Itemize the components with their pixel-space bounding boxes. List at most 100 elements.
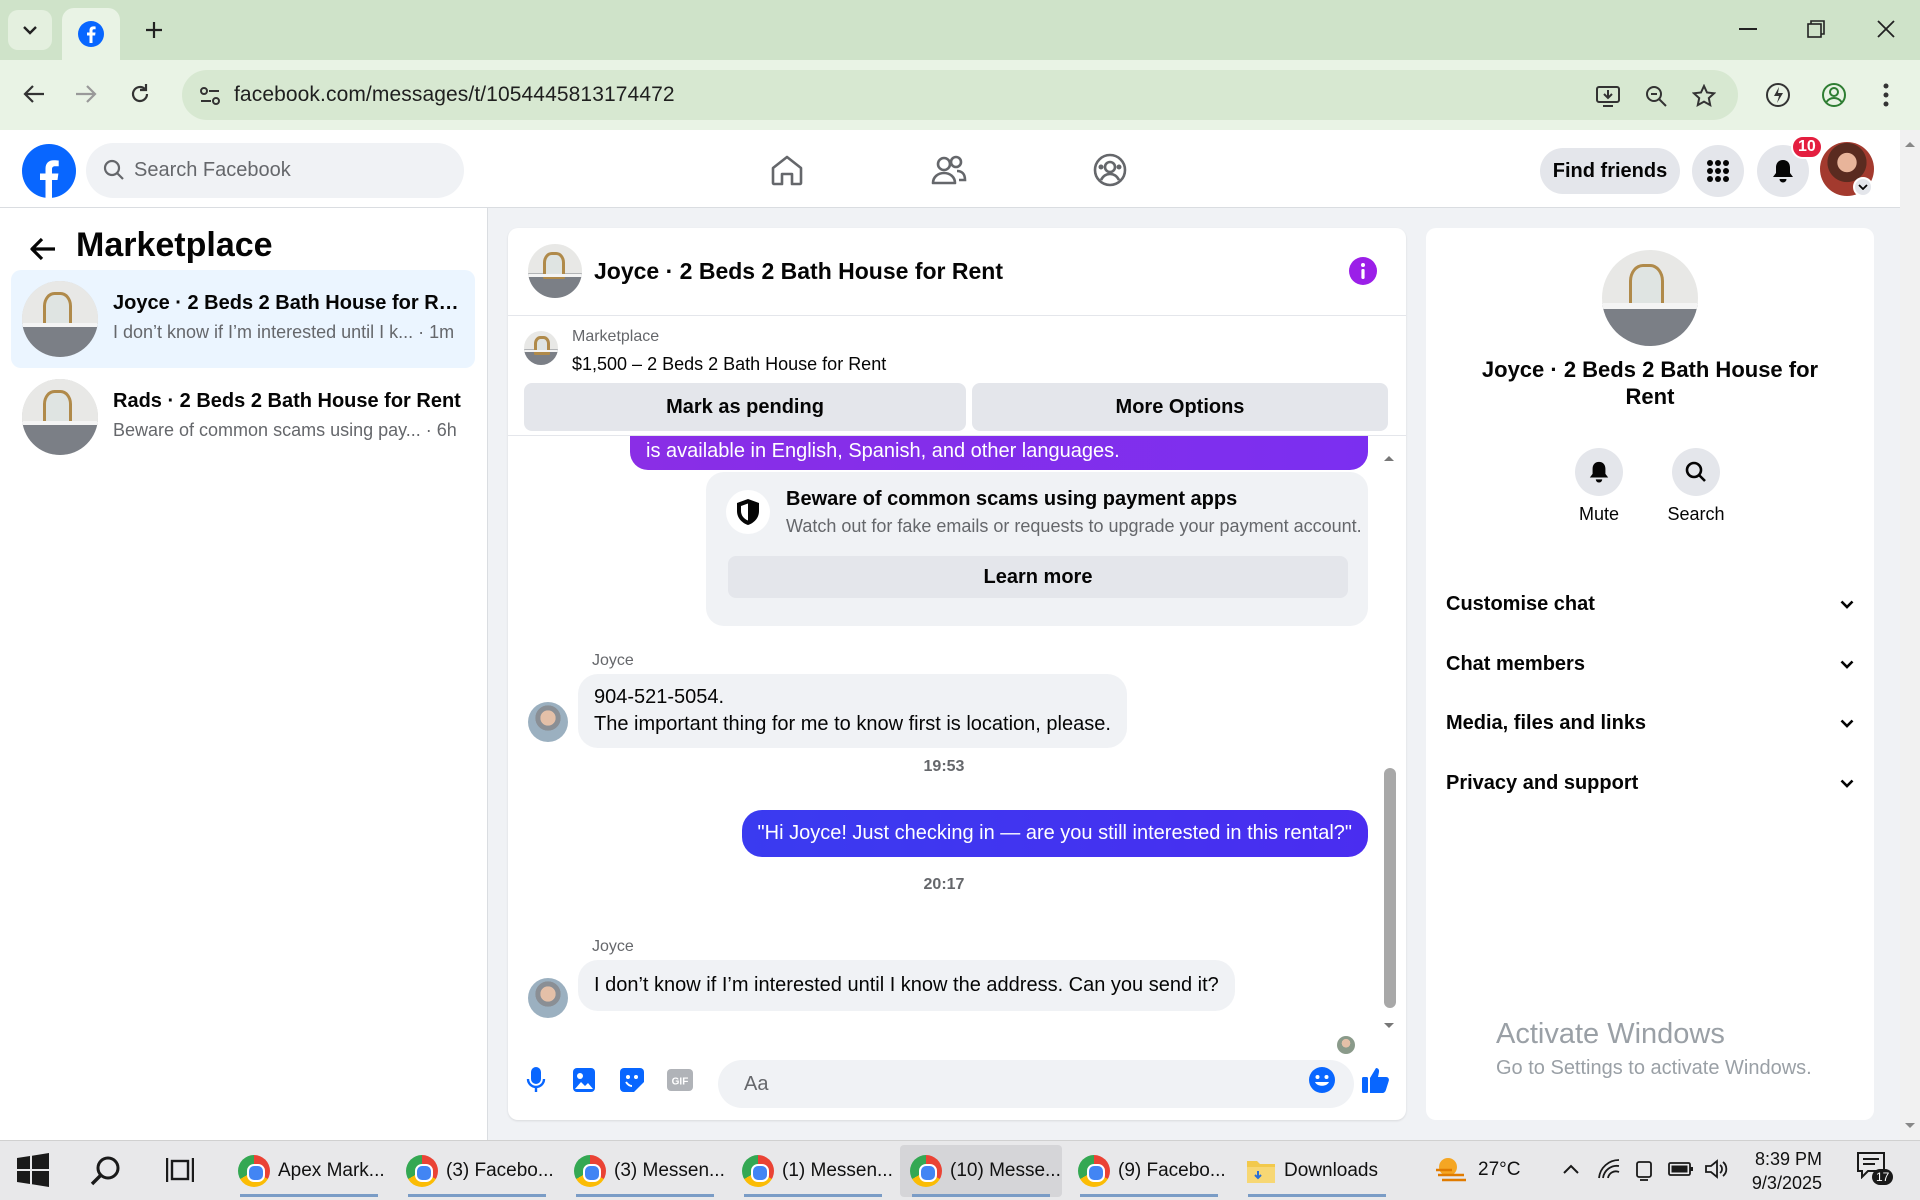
menu-button[interactable] xyxy=(1692,145,1744,197)
taskbar-app-chrome-active[interactable]: (10) Messe... xyxy=(900,1145,1062,1197)
new-tab-button[interactable] xyxy=(136,12,172,48)
listing-thumbnail[interactable] xyxy=(524,331,558,365)
chrome-icon xyxy=(910,1155,942,1187)
sticker-icon[interactable] xyxy=(614,1062,650,1098)
taskbar-app-label: Downloads xyxy=(1284,1160,1378,1181)
chat-title[interactable]: Joyce · 2 Beds 2 Bath House for Rent xyxy=(594,258,1003,285)
chat-scroll-down-icon[interactable] xyxy=(1382,1020,1396,1032)
minimize-button[interactable] xyxy=(1714,0,1782,58)
taskbar-app-explorer[interactable]: Downloads xyxy=(1236,1145,1398,1197)
scroll-up-arrow-icon[interactable] xyxy=(1900,138,1920,150)
media-files-links-row[interactable]: Media, files and links xyxy=(1446,701,1854,745)
chat-scrollbar-thumb[interactable] xyxy=(1384,768,1396,1008)
performance-icon[interactable] xyxy=(1758,75,1798,115)
incoming-message[interactable]: I don’t know if I’m interested until I k… xyxy=(578,960,1235,1011)
chat-avatar[interactable] xyxy=(528,244,582,298)
chat-members-row[interactable]: Chat members xyxy=(1446,642,1854,686)
restore-button[interactable] xyxy=(1782,0,1850,58)
back-button[interactable] xyxy=(14,74,54,114)
microphone-icon[interactable] xyxy=(518,1062,554,1098)
taskbar-app-chrome[interactable]: (3) Facebo... xyxy=(396,1145,558,1197)
temperature[interactable]: 27°C xyxy=(1478,1159,1520,1181)
browser-menu-icon[interactable] xyxy=(1866,75,1906,115)
listing-title[interactable]: $1,500 – 2 Beds 2 Bath House for Rent xyxy=(572,354,886,375)
bookmark-star-icon[interactable] xyxy=(1688,80,1720,112)
listing-banner: Marketplace $1,500 – 2 Beds 2 Bath House… xyxy=(508,316,1406,436)
reload-icon xyxy=(131,84,149,103)
gif-icon[interactable]: GIF xyxy=(662,1062,698,1098)
home-nav[interactable] xyxy=(761,144,813,196)
mute-action[interactable]: Mute xyxy=(1559,448,1639,525)
account-menu-caret[interactable] xyxy=(1853,177,1873,197)
like-thumb-icon[interactable] xyxy=(1358,1062,1394,1098)
message-input[interactable] xyxy=(718,1060,1354,1108)
page-scrollbar[interactable] xyxy=(1900,130,1920,1140)
device-icon[interactable] xyxy=(1634,1159,1654,1181)
contact-avatar[interactable] xyxy=(528,978,568,1018)
tab-search-button[interactable] xyxy=(8,10,52,50)
site-info-icon[interactable] xyxy=(194,80,226,112)
chrome-icon xyxy=(1078,1155,1110,1187)
facebook-logo-icon[interactable] xyxy=(21,143,77,199)
zoom-icon[interactable] xyxy=(1640,80,1672,112)
search-action[interactable]: Search xyxy=(1656,448,1736,525)
system-clock[interactable]: 8:39 PM 9/3/2025 xyxy=(1732,1147,1822,1195)
shield-icon xyxy=(726,490,770,534)
task-view-icon[interactable] xyxy=(166,1155,194,1185)
more-options-button[interactable]: More Options xyxy=(972,383,1388,431)
back-button[interactable] xyxy=(26,232,60,266)
scroll-down-arrow-icon[interactable] xyxy=(1900,1120,1920,1132)
search-icon[interactable] xyxy=(90,1155,122,1187)
chat-info-avatar[interactable] xyxy=(1602,250,1698,346)
wifi-icon[interactable] xyxy=(1598,1159,1620,1179)
chrome-icon xyxy=(574,1155,606,1187)
profile-icon[interactable] xyxy=(1814,75,1854,115)
browser-tab-facebook[interactable] xyxy=(62,8,120,60)
chevron-up-icon[interactable] xyxy=(1562,1163,1580,1175)
groups-nav[interactable] xyxy=(1084,144,1136,196)
tab-strip xyxy=(0,0,1920,60)
search-input[interactable] xyxy=(134,143,454,198)
address-bar[interactable]: facebook.com/messages/t/1054445813174472 xyxy=(182,70,1738,120)
volume-icon[interactable] xyxy=(1704,1158,1728,1180)
taskbar-app-chrome[interactable]: (1) Messen... xyxy=(732,1145,894,1197)
friends-nav[interactable] xyxy=(923,144,975,196)
groups-icon xyxy=(1093,153,1127,187)
emoji-icon[interactable] xyxy=(1304,1062,1340,1098)
listing-thumbnail xyxy=(22,379,98,455)
customise-chat-row[interactable]: Customise chat xyxy=(1446,582,1854,626)
bell-icon xyxy=(1773,160,1793,183)
chevron-down-icon xyxy=(1858,184,1868,190)
chevron-down-icon xyxy=(1840,719,1854,728)
conversation-item[interactable]: Rads · 2 Beds 2 Bath House for Rent Bewa… xyxy=(11,368,475,466)
chat-header: Joyce · 2 Beds 2 Bath House for Rent xyxy=(508,228,1406,316)
install-app-icon[interactable] xyxy=(1592,80,1624,112)
windows-start-icon[interactable] xyxy=(16,1153,50,1187)
taskbar-app-label: (9) Facebo... xyxy=(1118,1160,1226,1181)
panel-title: Marketplace xyxy=(76,226,273,264)
forward-button[interactable] xyxy=(66,74,106,114)
conversation-item[interactable]: Joyce · 2 Beds 2 Bath House for Re... I … xyxy=(11,270,475,368)
notification-center[interactable]: 17 xyxy=(1856,1151,1896,1191)
info-icon[interactable] xyxy=(1348,256,1378,286)
contact-avatar[interactable] xyxy=(528,702,568,742)
clock-date: 9/3/2025 xyxy=(1751,1173,1822,1193)
taskbar-app-chrome[interactable]: Apex Mark... xyxy=(228,1145,390,1197)
facebook-search[interactable] xyxy=(86,143,464,198)
incoming-message[interactable]: 904-521-5054. The important thing for me… xyxy=(578,674,1127,748)
close-window-button[interactable] xyxy=(1852,0,1920,58)
reload-button[interactable] xyxy=(120,74,160,114)
taskbar-app-chrome[interactable]: (9) Facebo... xyxy=(1068,1145,1230,1197)
battery-icon[interactable] xyxy=(1668,1161,1694,1177)
url-text[interactable]: facebook.com/messages/t/1054445813174472 xyxy=(234,83,675,107)
taskbar-app-label: (3) Facebo... xyxy=(446,1160,554,1181)
taskbar-app-chrome[interactable]: (3) Messen... xyxy=(564,1145,726,1197)
find-friends-button[interactable]: Find friends xyxy=(1540,148,1680,194)
outgoing-message[interactable]: "Hi Joyce! Just checking in — are you st… xyxy=(741,810,1368,857)
weather-icon[interactable] xyxy=(1434,1153,1470,1187)
chat-scroll-up-icon[interactable] xyxy=(1382,452,1396,464)
photo-icon[interactable] xyxy=(566,1062,602,1098)
privacy-support-row[interactable]: Privacy and support xyxy=(1446,761,1854,805)
mark-pending-button[interactable]: Mark as pending xyxy=(524,383,966,431)
learn-more-button[interactable]: Learn more xyxy=(728,556,1348,598)
